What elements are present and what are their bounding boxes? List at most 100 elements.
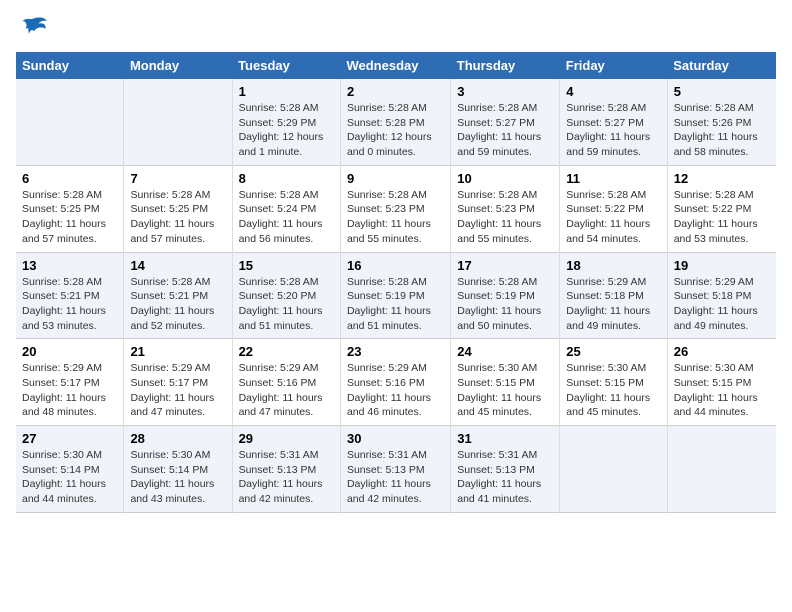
day-cell: 14 Sunrise: 5:28 AMSunset: 5:21 PMDayligh… xyxy=(124,252,232,339)
cell-info: Sunrise: 5:29 AMSunset: 5:18 PMDaylight:… xyxy=(674,275,770,334)
cell-info: Sunrise: 5:28 AMSunset: 5:25 PMDaylight:… xyxy=(130,188,225,247)
day-number: 8 xyxy=(239,171,334,186)
day-cell: 25Sunrise: 5:30 AMSunset: 5:15 PMDayligh… xyxy=(560,339,667,426)
day-number: 5 xyxy=(674,84,770,99)
cell-info: Sunrise: 5:28 AMSunset: 5:29 PMDaylight:… xyxy=(239,101,334,160)
day-cell: 3Sunrise: 5:28 AMSunset: 5:27 PMDaylight… xyxy=(451,79,560,165)
day-cell: 1 Sunrise: 5:28 AMSunset: 5:29 PMDaylight… xyxy=(232,79,340,165)
day-cell: 19Sunrise: 5:29 AMSunset: 5:18 PMDayligh… xyxy=(667,252,776,339)
day-number: 12 xyxy=(674,171,770,186)
day-cell: 17 Sunrise: 5:28 AMSunset: 5:19 PMDayligh… xyxy=(451,252,560,339)
week-row-2: 6Sunrise: 5:28 AMSunset: 5:25 PMDaylight… xyxy=(16,165,776,252)
day-cell xyxy=(16,79,124,165)
day-cell: 16 Sunrise: 5:28 AMSunset: 5:19 PMDayligh… xyxy=(340,252,450,339)
cell-info: Sunrise: 5:28 AMSunset: 5:21 PMDaylight:… xyxy=(130,275,225,334)
header-day-monday: Monday xyxy=(124,52,232,79)
logo xyxy=(16,16,52,44)
day-number: 26 xyxy=(674,344,770,359)
day-cell: 20Sunrise: 5:29 AMSunset: 5:17 PMDayligh… xyxy=(16,339,124,426)
day-cell: 15Sunrise: 5:28 AMSunset: 5:20 PMDayligh… xyxy=(232,252,340,339)
cell-info: Sunrise: 5:28 AMSunset: 5:19 PMDaylight:… xyxy=(347,275,444,334)
day-number: 9 xyxy=(347,171,444,186)
day-cell xyxy=(124,79,232,165)
day-number: 24 xyxy=(457,344,553,359)
day-cell: 10 Sunrise: 5:28 AMSunset: 5:23 PMDayligh… xyxy=(451,165,560,252)
cell-info: Sunrise: 5:28 AMSunset: 5:28 PMDaylight:… xyxy=(347,101,444,160)
cell-info: Sunrise: 5:28 AMSunset: 5:24 PMDaylight:… xyxy=(239,188,334,247)
day-cell: 12 Sunrise: 5:28 AMSunset: 5:22 PMDayligh… xyxy=(667,165,776,252)
day-cell: 9 Sunrise: 5:28 AMSunset: 5:23 PMDaylight… xyxy=(340,165,450,252)
header-day-thursday: Thursday xyxy=(451,52,560,79)
header-day-wednesday: Wednesday xyxy=(340,52,450,79)
cell-info: Sunrise: 5:28 AMSunset: 5:22 PMDaylight:… xyxy=(674,188,770,247)
day-cell: 2Sunrise: 5:28 AMSunset: 5:28 PMDaylight… xyxy=(340,79,450,165)
day-cell: 24 Sunrise: 5:30 AMSunset: 5:15 PMDayligh… xyxy=(451,339,560,426)
day-cell: 4 Sunrise: 5:28 AMSunset: 5:27 PMDaylight… xyxy=(560,79,667,165)
cell-info: Sunrise: 5:28 AMSunset: 5:26 PMDaylight:… xyxy=(674,101,770,160)
day-cell: 18 Sunrise: 5:29 AMSunset: 5:18 PMDayligh… xyxy=(560,252,667,339)
day-number: 25 xyxy=(566,344,660,359)
day-number: 14 xyxy=(130,258,225,273)
day-number: 4 xyxy=(566,84,660,99)
day-cell: 26 Sunrise: 5:30 AMSunset: 5:15 PMDayligh… xyxy=(667,339,776,426)
page-header xyxy=(16,16,776,44)
week-row-1: 1 Sunrise: 5:28 AMSunset: 5:29 PMDaylight… xyxy=(16,79,776,165)
day-cell: 28Sunrise: 5:30 AMSunset: 5:14 PMDayligh… xyxy=(124,426,232,513)
day-number: 7 xyxy=(130,171,225,186)
day-number: 10 xyxy=(457,171,553,186)
day-number: 16 xyxy=(347,258,444,273)
day-number: 11 xyxy=(566,171,660,186)
day-cell: 27 Sunrise: 5:30 AMSunset: 5:14 PMDayligh… xyxy=(16,426,124,513)
logo-icon xyxy=(16,16,48,44)
cell-info: Sunrise: 5:30 AMSunset: 5:15 PMDaylight:… xyxy=(674,361,770,420)
cell-info: Sunrise: 5:29 AMSunset: 5:17 PMDaylight:… xyxy=(130,361,225,420)
cell-info: Sunrise: 5:30 AMSunset: 5:14 PMDaylight:… xyxy=(22,448,117,507)
day-number: 22 xyxy=(239,344,334,359)
cell-info: Sunrise: 5:29 AMSunset: 5:18 PMDaylight:… xyxy=(566,275,660,334)
header-day-friday: Friday xyxy=(560,52,667,79)
cell-info: Sunrise: 5:28 AMSunset: 5:25 PMDaylight:… xyxy=(22,188,117,247)
day-cell: 22 Sunrise: 5:29 AMSunset: 5:16 PMDayligh… xyxy=(232,339,340,426)
day-number: 17 xyxy=(457,258,553,273)
day-cell xyxy=(560,426,667,513)
cell-info: Sunrise: 5:28 AMSunset: 5:19 PMDaylight:… xyxy=(457,275,553,334)
cell-info: Sunrise: 5:28 AMSunset: 5:22 PMDaylight:… xyxy=(566,188,660,247)
day-number: 27 xyxy=(22,431,117,446)
day-cell: 30 Sunrise: 5:31 AMSunset: 5:13 PMDayligh… xyxy=(340,426,450,513)
cell-info: Sunrise: 5:31 AMSunset: 5:13 PMDaylight:… xyxy=(457,448,553,507)
week-row-4: 20Sunrise: 5:29 AMSunset: 5:17 PMDayligh… xyxy=(16,339,776,426)
header-day-sunday: Sunday xyxy=(16,52,124,79)
day-cell: 6Sunrise: 5:28 AMSunset: 5:25 PMDaylight… xyxy=(16,165,124,252)
day-number: 13 xyxy=(22,258,117,273)
header-day-tuesday: Tuesday xyxy=(232,52,340,79)
cell-info: Sunrise: 5:28 AMSunset: 5:23 PMDaylight:… xyxy=(457,188,553,247)
day-number: 15 xyxy=(239,258,334,273)
day-cell: 5 Sunrise: 5:28 AMSunset: 5:26 PMDaylight… xyxy=(667,79,776,165)
day-number: 23 xyxy=(347,344,444,359)
header-row: SundayMondayTuesdayWednesdayThursdayFrid… xyxy=(16,52,776,79)
day-number: 1 xyxy=(239,84,334,99)
day-number: 28 xyxy=(130,431,225,446)
day-cell: 23Sunrise: 5:29 AMSunset: 5:16 PMDayligh… xyxy=(340,339,450,426)
cell-info: Sunrise: 5:31 AMSunset: 5:13 PMDaylight:… xyxy=(347,448,444,507)
day-number: 18 xyxy=(566,258,660,273)
day-number: 31 xyxy=(457,431,553,446)
cell-info: Sunrise: 5:31 AMSunset: 5:13 PMDaylight:… xyxy=(239,448,334,507)
cell-info: Sunrise: 5:28 AMSunset: 5:27 PMDaylight:… xyxy=(566,101,660,160)
cell-info: Sunrise: 5:28 AMSunset: 5:23 PMDaylight:… xyxy=(347,188,444,247)
day-number: 30 xyxy=(347,431,444,446)
week-row-3: 13 Sunrise: 5:28 AMSunset: 5:21 PMDayligh… xyxy=(16,252,776,339)
day-number: 29 xyxy=(239,431,334,446)
cell-info: Sunrise: 5:30 AMSunset: 5:15 PMDaylight:… xyxy=(457,361,553,420)
cell-info: Sunrise: 5:29 AMSunset: 5:17 PMDaylight:… xyxy=(22,361,117,420)
day-cell: 11 Sunrise: 5:28 AMSunset: 5:22 PMDayligh… xyxy=(560,165,667,252)
day-cell: 21Sunrise: 5:29 AMSunset: 5:17 PMDayligh… xyxy=(124,339,232,426)
calendar-table: SundayMondayTuesdayWednesdayThursdayFrid… xyxy=(16,52,776,513)
day-cell: 29 Sunrise: 5:31 AMSunset: 5:13 PMDayligh… xyxy=(232,426,340,513)
week-row-5: 27 Sunrise: 5:30 AMSunset: 5:14 PMDayligh… xyxy=(16,426,776,513)
day-cell: 31 Sunrise: 5:31 AMSunset: 5:13 PMDayligh… xyxy=(451,426,560,513)
cell-info: Sunrise: 5:28 AMSunset: 5:21 PMDaylight:… xyxy=(22,275,117,334)
cell-info: Sunrise: 5:29 AMSunset: 5:16 PMDaylight:… xyxy=(239,361,334,420)
cell-info: Sunrise: 5:28 AMSunset: 5:27 PMDaylight:… xyxy=(457,101,553,160)
day-cell: 7 Sunrise: 5:28 AMSunset: 5:25 PMDaylight… xyxy=(124,165,232,252)
